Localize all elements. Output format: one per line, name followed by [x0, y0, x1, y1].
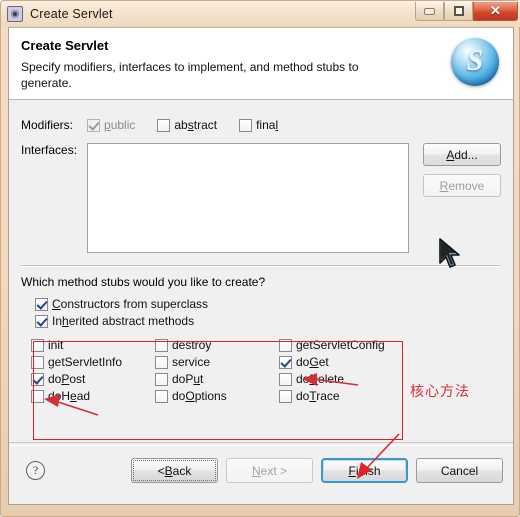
checkbox-box — [31, 355, 44, 369]
page-description: Specify modifiers, interfaces to impleme… — [21, 60, 359, 90]
dialog-client-area: Create Servlet Specify modifiers, interf… — [8, 27, 514, 505]
checkbox-box — [35, 314, 48, 328]
checkbox-box — [279, 389, 292, 403]
method-checkbox-doGet[interactable]: doGet — [279, 355, 409, 369]
next-button[interactable]: Next > — [226, 458, 313, 483]
method-label-destroy: destroy — [172, 338, 212, 352]
maximize-button[interactable] — [444, 2, 473, 21]
dialog-window: Create Servlet ✕ Create Servlet Specify … — [0, 0, 520, 517]
add-interface-button[interactable]: Add... — [423, 143, 501, 166]
checkbox-box — [279, 338, 292, 352]
stub-label-inherited: Inherited abstract methods — [52, 314, 195, 328]
checkbox-box — [155, 389, 168, 403]
checkbox-box — [279, 355, 292, 369]
method-stubs-top-options: Constructors from superclass Inherited a… — [21, 297, 501, 328]
checkbox-box — [31, 338, 44, 352]
checkbox-box — [279, 372, 292, 386]
interfaces-row: Interfaces: Add... Remove — [21, 143, 501, 253]
method-label-doPost: doPost — [48, 372, 86, 386]
modifier-label-public: public — [104, 118, 136, 132]
checkbox-box — [31, 389, 44, 403]
method-label-doOptions: doOptions — [172, 389, 227, 403]
method-label-doTrace: doTrace — [296, 389, 340, 403]
section-divider — [21, 265, 501, 267]
checkbox-box — [155, 338, 168, 352]
checkbox-box — [239, 118, 253, 132]
window-controls: ✕ — [415, 2, 518, 21]
modifier-label-abstract: abstract — [174, 118, 218, 132]
method-checkbox-doPost[interactable]: doPost — [31, 372, 155, 386]
modifier-checkbox-public[interactable]: public — [87, 118, 135, 132]
method-checkbox-service[interactable]: service — [155, 355, 279, 369]
modifiers-label: Modifiers: — [21, 118, 74, 132]
minimize-button[interactable] — [415, 2, 444, 21]
annotation-text: 核心方法 — [410, 384, 470, 400]
stub-label-constructors: Constructors from superclass — [52, 297, 209, 311]
checkbox-box — [31, 372, 44, 386]
wizard-header: Create Servlet Specify modifiers, interf… — [9, 28, 513, 100]
page-title: Create Servlet — [21, 38, 109, 53]
interfaces-list[interactable] — [87, 143, 409, 253]
method-label-init: init — [48, 338, 64, 352]
method-label-doDelete: doDelete — [296, 372, 345, 386]
method-checkbox-doDelete[interactable]: doDelete — [279, 372, 409, 386]
checkbox-box — [157, 118, 171, 132]
help-icon[interactable]: ? — [26, 461, 45, 480]
method-checkbox-doOptions[interactable]: doOptions — [155, 389, 279, 403]
method-checkbox-doTrace[interactable]: doTrace — [279, 389, 409, 403]
method-checkbox-doHead[interactable]: doHead — [31, 389, 155, 403]
method-checkbox-destroy[interactable]: destroy — [155, 338, 279, 352]
modifier-checkbox-final[interactable]: final — [239, 118, 278, 132]
method-label-doHead: doHead — [48, 389, 91, 403]
method-label-doPut: doPut — [172, 372, 204, 386]
method-checkbox-init[interactable]: init — [31, 338, 155, 352]
close-button[interactable]: ✕ — [473, 2, 518, 21]
interfaces-label: Interfaces: — [21, 143, 78, 157]
remove-interface-button[interactable]: Remove — [423, 174, 501, 197]
method-checkbox-doPut[interactable]: doPut — [155, 372, 279, 386]
checkbox-box — [87, 118, 100, 132]
back-button[interactable]: < Back — [131, 458, 218, 483]
checkbox-box — [155, 372, 168, 386]
method-stubs-question: Which method stubs would you like to cre… — [21, 275, 266, 289]
finish-button[interactable]: Finish — [321, 458, 408, 483]
checkbox-box — [155, 355, 168, 369]
modifiers-row: Modifiers: public abstract final — [21, 115, 501, 135]
modifier-label-final: final — [256, 118, 279, 132]
window-gear-icon — [7, 5, 24, 23]
footer-divider — [9, 445, 513, 446]
maximize-icon — [453, 6, 464, 16]
footer-button-group: < Back Next > Finish Cancel — [131, 458, 503, 483]
window-title: Create Servlet — [30, 7, 113, 21]
minimize-icon — [424, 7, 435, 15]
title-bar[interactable]: Create Servlet ✕ — [1, 1, 520, 27]
method-label-service: service — [172, 355, 211, 369]
cancel-button[interactable]: Cancel — [416, 458, 503, 483]
method-label-getServletInfo: getServletInfo — [48, 355, 123, 369]
method-label-getServletConfig: getServletConfig — [296, 338, 385, 352]
servlet-s-glyph: S — [466, 44, 484, 77]
method-label-doGet: doGet — [296, 355, 329, 369]
stub-checkbox-inherited-abstract-methods[interactable]: Inherited abstract methods — [35, 314, 501, 328]
method-checkbox-getServletInfo[interactable]: getServletInfo — [31, 355, 155, 369]
interfaces-buttons: Add... Remove — [423, 143, 501, 197]
servlet-sphere-icon: S — [451, 38, 499, 86]
method-checkbox-getServletConfig[interactable]: getServletConfig — [279, 338, 409, 352]
stub-checkbox-constructors-from-superclass[interactable]: Constructors from superclass — [35, 297, 501, 311]
modifier-checkbox-abstract[interactable]: abstract — [157, 118, 217, 132]
checkbox-box — [35, 297, 48, 311]
dialog-footer: ? < Back Next > Finish Cancel — [9, 442, 513, 504]
